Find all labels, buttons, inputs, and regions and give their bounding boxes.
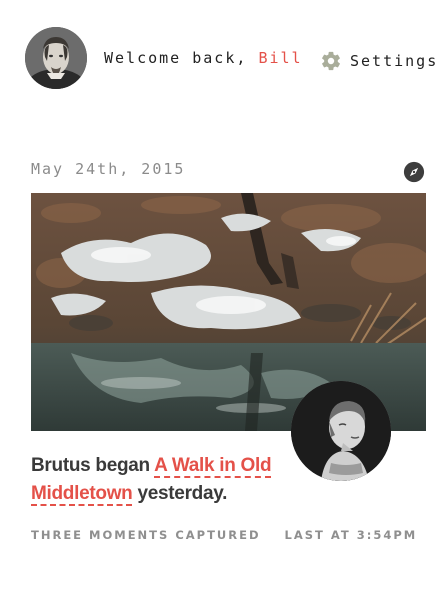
bust-portrait-image: [291, 381, 391, 481]
header: Welcome back, Bill Settings: [0, 0, 448, 120]
walk-meta: THREE MOMENTS CAPTURED LAST AT 3:54PM: [31, 528, 417, 542]
walk-story: Brutus began A Walk in Old Middletown yes…: [31, 452, 301, 508]
settings-label: Settings: [350, 52, 439, 70]
compass-icon[interactable]: [403, 161, 425, 183]
welcome-prefix: Welcome back,: [104, 49, 248, 67]
user-avatar[interactable]: [25, 27, 87, 89]
moments-count: THREE MOMENTS CAPTURED: [31, 528, 261, 542]
last-capture-time: LAST AT 3:54PM: [284, 528, 418, 542]
walk-title-line1: A Walk in Old: [154, 455, 272, 476]
user-name[interactable]: Bill: [258, 49, 302, 67]
walk-author: Brutus: [31, 455, 91, 476]
gear-icon: [322, 51, 340, 71]
settings-button[interactable]: Settings: [320, 48, 438, 74]
post-date: May 24th, 2015: [31, 160, 186, 178]
walk-title-line2: Middletown: [31, 483, 133, 504]
walk-verb: began: [95, 455, 150, 476]
author-avatar[interactable]: [291, 381, 391, 481]
walk-suffix: yesterday.: [137, 483, 228, 504]
portrait-image: [25, 27, 87, 89]
welcome-message: Welcome back, Bill: [104, 49, 303, 67]
